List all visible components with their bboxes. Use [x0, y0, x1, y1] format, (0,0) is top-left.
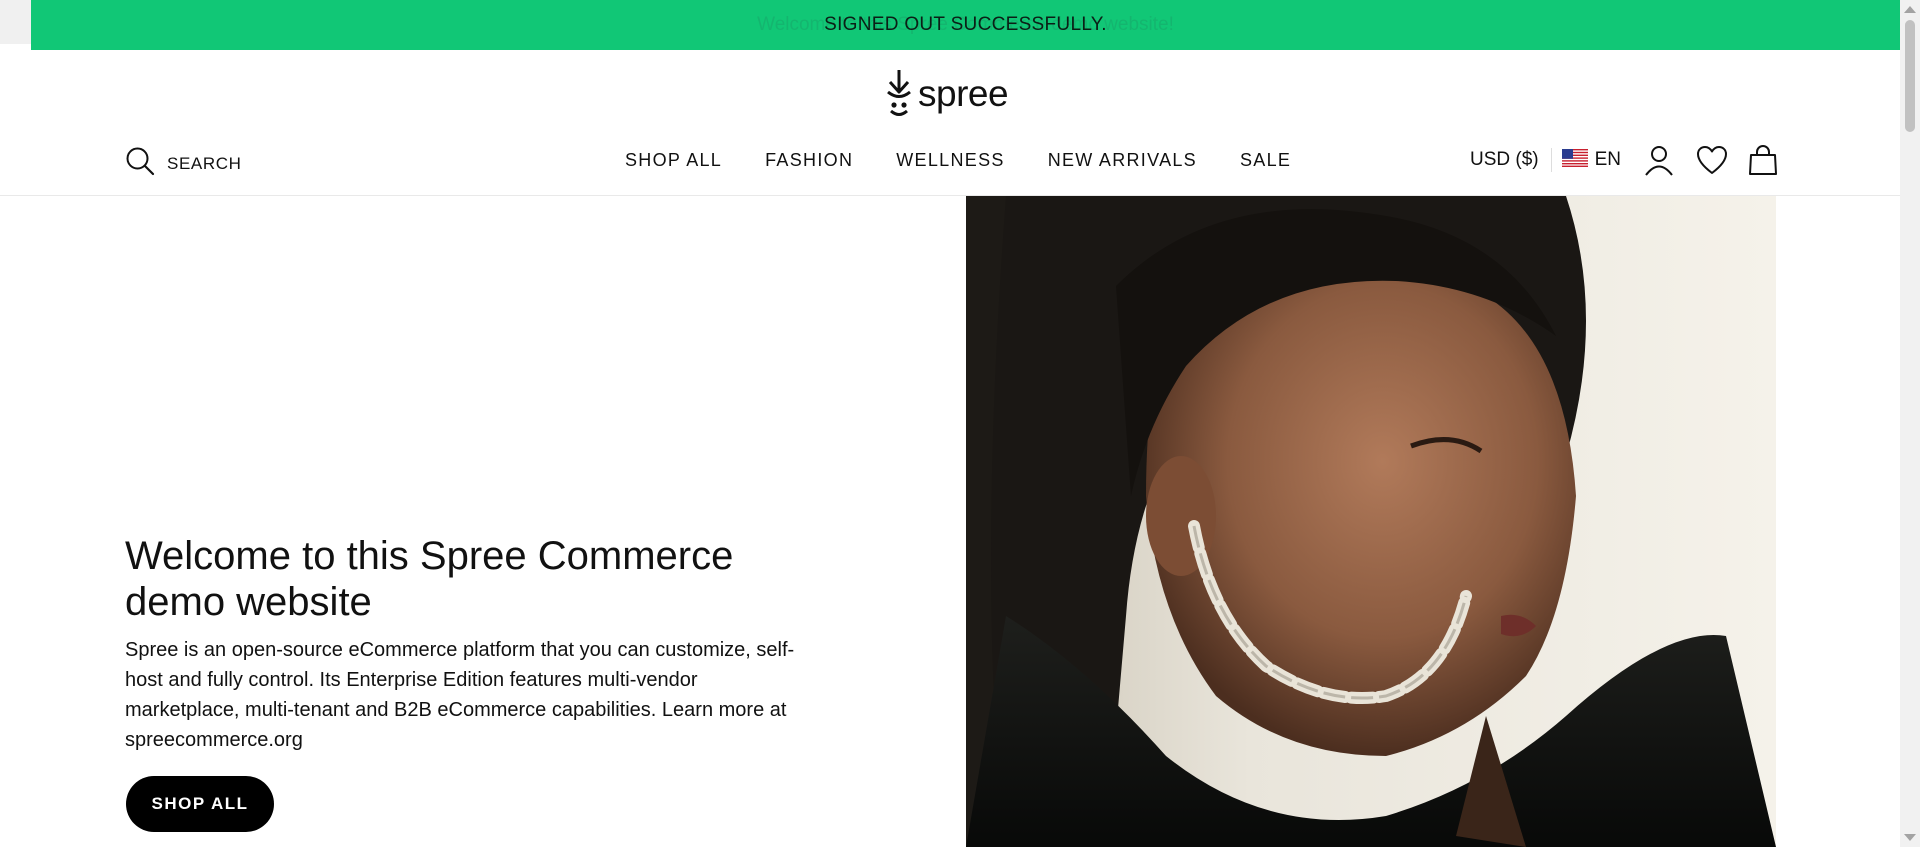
nav-new-arrivals[interactable]: NEW ARRIVALS [1048, 150, 1197, 171]
flash-banner: Welcome to this Spree Commerce demo webs… [31, 0, 1900, 50]
logo-mark-icon [884, 68, 914, 118]
nav-fashion[interactable]: FASHION [765, 150, 853, 171]
cart-bag-icon[interactable] [1748, 144, 1778, 176]
nav-sale[interactable]: SALE [1240, 150, 1291, 171]
scroll-down-arrow-icon[interactable] [1904, 834, 1916, 841]
wishlist-heart-icon[interactable] [1696, 145, 1728, 175]
shop-all-button[interactable]: SHOP ALL [126, 776, 274, 832]
language-selector[interactable]: EN [1561, 148, 1622, 172]
left-strip [0, 0, 31, 44]
logo-wordmark: spree [918, 72, 1009, 114]
header-utilities: USD ($) EN [1470, 144, 1778, 176]
utility-divider [1550, 148, 1552, 172]
currency-selector[interactable]: USD ($) [1470, 149, 1539, 171]
scroll-thumb[interactable] [1905, 20, 1915, 132]
search-icon [125, 146, 155, 181]
hero-title: Welcome to this Spree Commerce demo webs… [125, 534, 734, 624]
scroll-up-arrow-icon[interactable] [1904, 6, 1916, 13]
hero-description: Spree is an open-source eCommerce platfo… [125, 639, 795, 751]
main-nav: SHOP ALL FASHION WELLNESS NEW ARRIVALS S… [625, 150, 1291, 171]
page: Welcome to this Spree Commerce demo webs… [0, 0, 1900, 847]
search-button[interactable]: SEARCH [125, 146, 241, 181]
hero-image [966, 196, 1776, 847]
language-code: EN [1594, 149, 1622, 170]
nav-shop-all[interactable]: SHOP ALL [625, 150, 722, 171]
search-label: SEARCH [167, 153, 242, 173]
flash-message: SIGNED OUT SUCCESSFULLY. [824, 14, 1107, 35]
account-icon[interactable] [1643, 144, 1675, 176]
us-flag-icon [1561, 148, 1588, 172]
vertical-scrollbar[interactable] [1900, 0, 1920, 847]
nav-wellness[interactable]: WELLNESS [896, 150, 1004, 171]
site-logo[interactable]: spree [884, 68, 1009, 118]
